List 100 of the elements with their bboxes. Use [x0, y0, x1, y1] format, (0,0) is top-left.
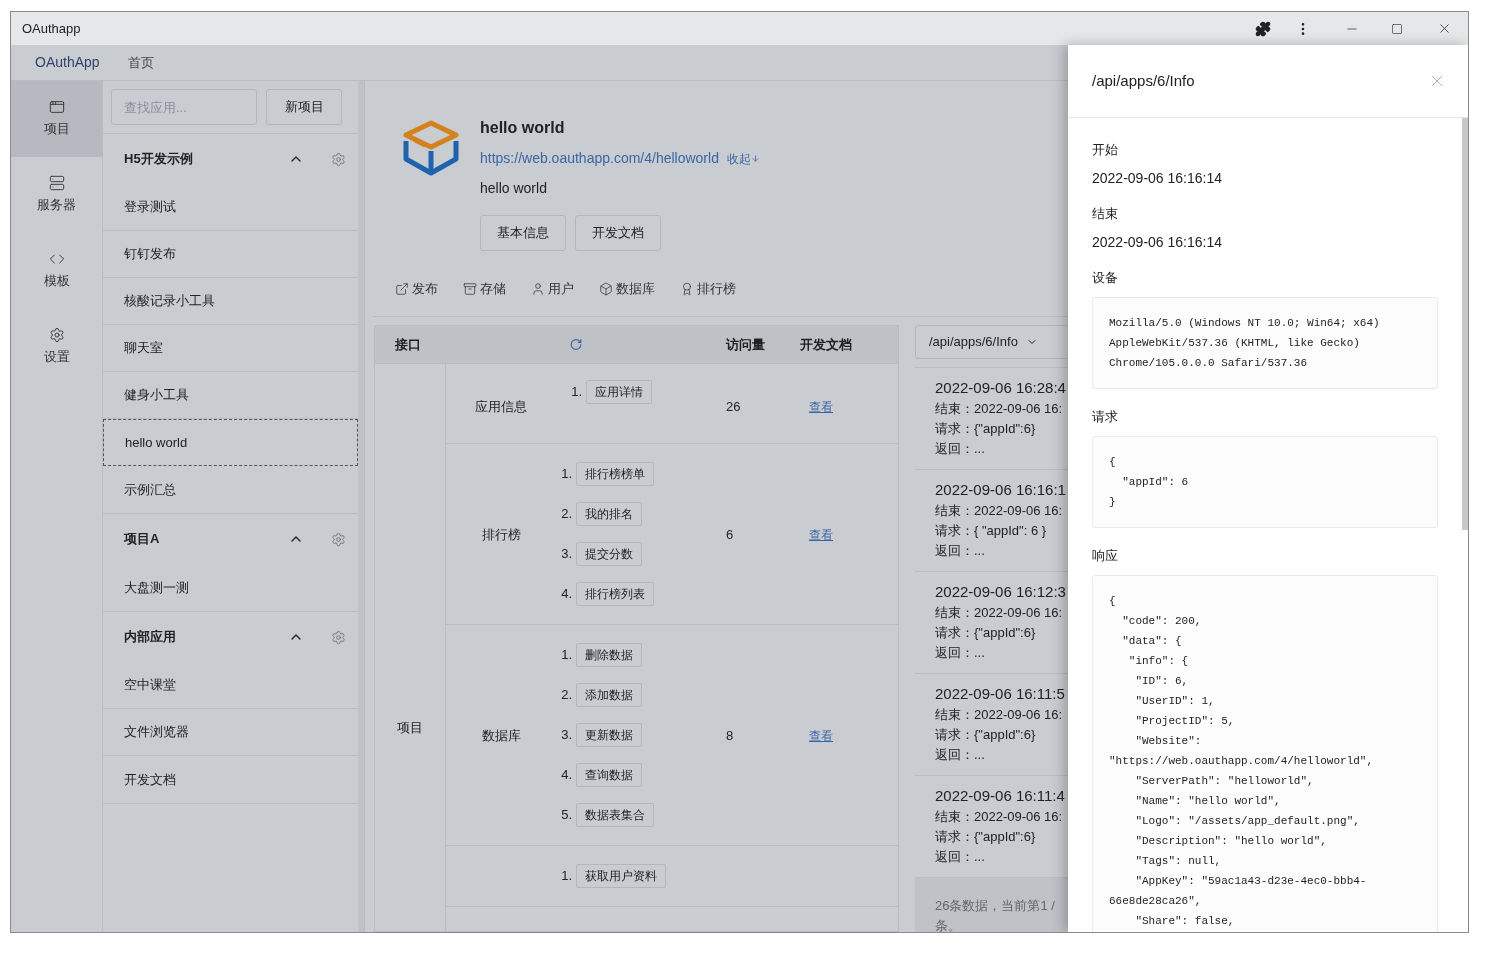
collapse-toggle[interactable]: 收起 — [726, 149, 760, 168]
app-url-link[interactable]: https://web.oauthapp.com/4/helloworld — [480, 148, 719, 169]
group-title: 内部应用 — [124, 628, 177, 647]
category-cell-text: 项目 — [397, 718, 423, 737]
view-doc-link[interactable]: 查看 — [809, 400, 833, 414]
log-end: 结束：2022-09-06 16: — [935, 706, 1064, 724]
feature-tab[interactable]: 数据库 — [599, 279, 655, 299]
code-line: "ID": 6, — [1134, 674, 1190, 689]
puzzle-icon[interactable] — [1255, 20, 1271, 37]
code-line: "Website": — [1134, 734, 1203, 749]
method-tag[interactable]: 删除数据 — [576, 643, 642, 667]
group-name-cell: 应用信息 — [475, 399, 527, 414]
code-line: } — [1109, 495, 1117, 510]
column-header: 接口 — [394, 335, 421, 354]
code-line: "info": { — [1127, 654, 1190, 669]
method-tag[interactable]: 数据表集合 — [576, 803, 654, 827]
method-number: 1. — [560, 867, 572, 886]
settings-icon[interactable] — [331, 629, 346, 645]
feature-tab[interactable]: 用户 — [531, 279, 574, 299]
section-label: 设备 — [1092, 269, 1119, 287]
method-tag[interactable]: 查询数据 — [576, 763, 642, 787]
method-number: 3. — [560, 545, 572, 564]
view-doc-link[interactable]: 查看 — [809, 528, 833, 542]
rail-icon — [48, 327, 65, 344]
log-request: 请求：{"appId":6} — [935, 726, 1037, 744]
log-request: 请求：{ "appId": 6 } — [935, 522, 1048, 540]
method-tag[interactable]: 提交分数 — [576, 542, 642, 566]
code-line: { — [1109, 455, 1117, 470]
code-line: Chrome/105.0.0.0 Safari/537.36 — [1109, 356, 1309, 371]
endpoint-select[interactable]: /api/apps/6/Info — [915, 325, 1068, 359]
rail-icon — [48, 99, 65, 116]
pagination-text: 条。 — [935, 917, 962, 932]
ranking-icon — [680, 281, 694, 296]
method-number: 2. — [560, 686, 572, 705]
method-tag[interactable]: 排行榜列表 — [576, 582, 654, 606]
method-tag[interactable]: 获取用户资料 — [576, 864, 666, 888]
log-result: 返回：... — [935, 440, 986, 458]
code-line: { — [1109, 594, 1117, 609]
scrollbar-thumb[interactable] — [1462, 118, 1468, 530]
method-tag[interactable]: 应用详情 — [586, 380, 652, 404]
method-tag[interactable]: 我的排名 — [576, 502, 642, 526]
publish-icon — [395, 281, 409, 296]
log-request: 请求：{"appId":6} — [935, 828, 1037, 846]
section-label: 请求 — [1092, 408, 1119, 426]
feature-tab[interactable]: 存储 — [463, 279, 506, 299]
code-line: 66e8de28ca26", — [1109, 894, 1203, 909]
code-line: "Description": "hello world", — [1134, 834, 1328, 849]
new-project-button[interactable]: 新项目 — [266, 89, 342, 125]
code-line: "ProjectID": 5, — [1134, 714, 1236, 729]
app-title: hello world — [480, 118, 566, 138]
section-label: 结束 — [1092, 205, 1119, 223]
feature-tab[interactable]: 发布 — [395, 279, 438, 299]
settings-icon[interactable] — [331, 151, 346, 167]
section-label: 响应 — [1092, 547, 1119, 565]
user-icon — [531, 281, 545, 296]
log-time: 2022-09-06 16:12:3 — [935, 582, 1067, 602]
code-line: "Logo": "/assets/app_default.png", — [1134, 814, 1361, 829]
log-request: 请求：{"appId":6} — [935, 624, 1037, 642]
app-list-item[interactable]: 大盘测一测 — [103, 564, 358, 611]
code-line: "Share": false, — [1134, 914, 1236, 929]
method-tag[interactable]: 更新数据 — [576, 723, 642, 747]
code-line: "data": { — [1121, 634, 1183, 649]
column-header: 访问量 — [726, 335, 766, 354]
log-end: 结束：2022-09-06 16: — [935, 502, 1064, 520]
method-number: 1. — [560, 646, 572, 665]
window-title: OAuthapp — [22, 19, 82, 38]
search-field[interactable]: 查找应用... — [111, 89, 257, 125]
section-label: 开始 — [1092, 141, 1119, 159]
database-icon — [599, 281, 613, 296]
group-name-cell: 排行榜 — [481, 527, 521, 542]
drawer-title: /api/apps/6/Info — [1092, 70, 1196, 91]
code-line: "UserID": 1, — [1134, 694, 1216, 709]
feature-tab[interactable]: 排行榜 — [680, 279, 736, 299]
log-end: 结束：2022-09-06 16: — [935, 808, 1064, 826]
method-tag[interactable]: 添加数据 — [576, 683, 642, 707]
method-number: 1. — [560, 465, 572, 484]
rail-icon — [48, 175, 65, 192]
code-line: "Tags": null, — [1134, 854, 1223, 869]
rail-item[interactable]: 项目 — [11, 81, 102, 157]
method-number: 3. — [560, 726, 572, 745]
group-title: 项目A — [124, 530, 161, 549]
log-time: 2022-09-06 16:28:4 — [935, 378, 1067, 398]
log-time: 2022-09-06 16:16:1 — [935, 480, 1067, 500]
nav-link[interactable]: 首页 — [127, 52, 154, 73]
nav-link[interactable]: OAuthApp — [35, 52, 100, 73]
app-list-item[interactable]: 示例汇总 — [103, 466, 358, 513]
log-request: 请求：{"appId":6} — [935, 420, 1037, 438]
visits-cell: 8 — [726, 728, 734, 743]
app-action-button[interactable]: 基本信息 — [480, 215, 566, 251]
code-line: "appId": 6 — [1121, 475, 1190, 490]
method-tag[interactable]: 排行榜榜单 — [576, 462, 654, 486]
app-action-button[interactable]: 开发文档 — [575, 215, 661, 251]
app-list-item[interactable]: 开发文档 — [103, 756, 358, 803]
settings-icon[interactable] — [331, 531, 346, 547]
visits-cell: 6 — [726, 527, 734, 542]
close-icon[interactable] — [1437, 21, 1452, 36]
maximize-icon[interactable] — [1391, 22, 1403, 35]
log-end: 结束：2022-09-06 16: — [935, 400, 1064, 418]
view-doc-link[interactable]: 查看 — [809, 729, 833, 743]
method-number: 1. — [570, 383, 582, 402]
